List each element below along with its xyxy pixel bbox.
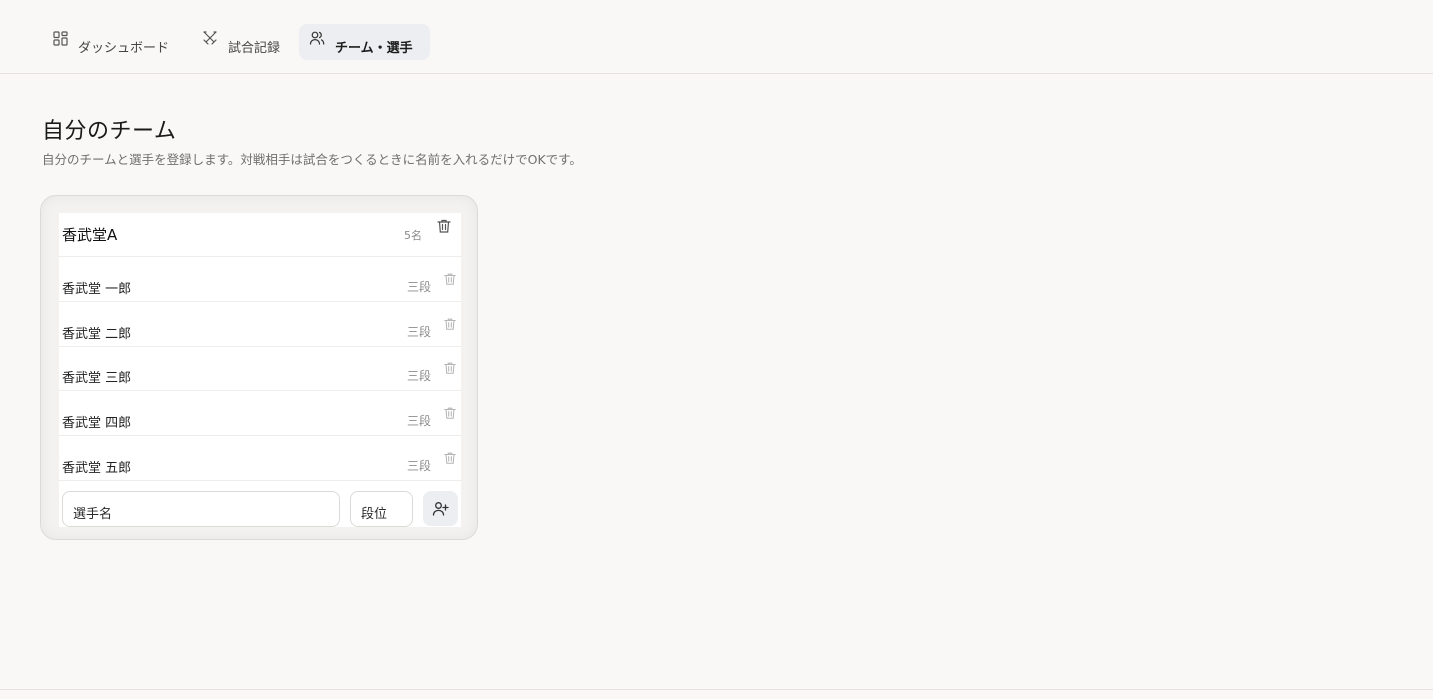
player-rank: 三段 [407, 459, 432, 473]
player-name: 香武堂 一郎 [62, 282, 132, 297]
nav-tab-matches-label: 試合記録 [228, 40, 281, 56]
nav-tab-dashboard[interactable]: ダッシュボード [42, 24, 190, 60]
player-row: 香武堂 五郎 三段 [59, 436, 461, 481]
team-card: 香武堂A 5名 香武堂 一郎 三段 香武堂 二郎 三段 香武堂 三郎 三段 香武… [40, 195, 478, 540]
player-rank: 三段 [407, 369, 432, 383]
player-row: 香武堂 二郎 三段 [59, 302, 461, 347]
nav-tab-matches[interactable]: 試合記録 [192, 24, 296, 60]
player-row: 香武堂 三郎 三段 [59, 346, 461, 391]
player-rank-input[interactable] [350, 491, 413, 527]
add-player-button[interactable] [423, 491, 458, 526]
player-name: 香武堂 二郎 [62, 327, 132, 342]
page-subtitle: 自分のチームと選手を登録します。対戦相手は試合をつくるときに名前を入れるだけでO… [42, 152, 582, 167]
add-player-form [59, 491, 461, 527]
player-row: 香武堂 一郎 三段 [59, 257, 461, 302]
delete-player-button[interactable] [443, 271, 457, 285]
crossed-swords-icon [202, 30, 218, 46]
team-card-body: 香武堂A 5名 香武堂 一郎 三段 香武堂 二郎 三段 香武堂 三郎 三段 香武… [59, 213, 461, 527]
nav-tab-teams-label: チーム・選手 [335, 40, 413, 56]
player-name: 香武堂 四郎 [62, 416, 132, 431]
player-rank: 三段 [407, 280, 432, 294]
trash-icon [444, 407, 456, 419]
trash-icon [444, 452, 456, 464]
player-row: 香武堂 四郎 三段 [59, 391, 461, 436]
player-rank: 三段 [407, 325, 432, 339]
bottom-divider [0, 689, 1433, 690]
team-name: 香武堂A [62, 226, 118, 244]
delete-player-button[interactable] [443, 316, 457, 330]
users-icon [309, 30, 325, 46]
delete-player-button[interactable] [443, 360, 457, 374]
delete-team-button[interactable] [436, 218, 452, 234]
nav-tab-dashboard-label: ダッシュボード [78, 40, 170, 56]
trash-icon [444, 318, 456, 330]
trash-icon [444, 273, 456, 285]
player-name-input[interactable] [62, 491, 340, 527]
delete-player-button[interactable] [443, 405, 457, 419]
member-count: 5名 [404, 229, 422, 242]
trash-icon [444, 362, 456, 374]
nav-tab-teams[interactable]: チーム・選手 [299, 24, 430, 60]
player-rank: 三段 [407, 414, 432, 428]
delete-player-button[interactable] [443, 450, 457, 464]
dashboard-grid-icon [52, 30, 68, 46]
page-title: 自分のチーム [42, 119, 177, 144]
add-user-icon [432, 502, 449, 516]
top-navigation: ダッシュボード 試合記録 チーム・選手 [0, 0, 1433, 74]
player-name: 香武堂 五郎 [62, 461, 132, 476]
trash-icon [437, 219, 451, 233]
player-name: 香武堂 三郎 [62, 371, 132, 386]
team-header: 香武堂A 5名 [59, 213, 461, 257]
